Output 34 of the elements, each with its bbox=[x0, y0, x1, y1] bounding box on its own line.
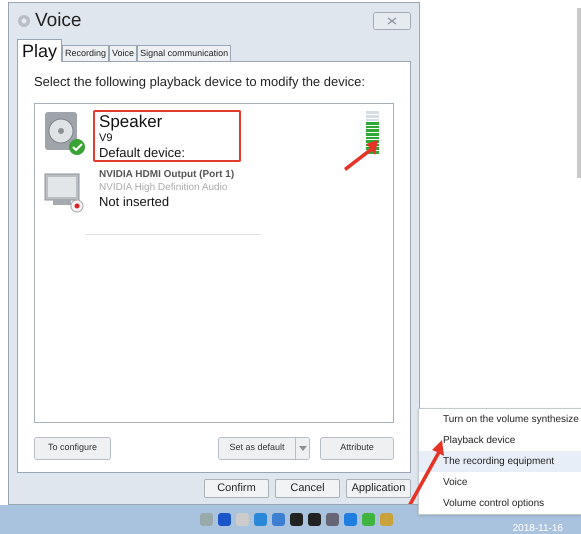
tray-icon[interactable] bbox=[290, 513, 303, 526]
device-detail: NVIDIA High Definition Audio bbox=[99, 180, 228, 194]
device-status: Not inserted bbox=[99, 194, 170, 208]
dialog-button[interactable]: Cancel bbox=[275, 479, 340, 498]
device-item[interactable]: NVIDIA HDMI Output (Port 1) NVIDIA High Definition Audio Not inserted bbox=[43, 168, 379, 214]
close-button[interactable] bbox=[373, 12, 411, 30]
speaker-icon bbox=[17, 14, 31, 28]
dialog-button[interactable]: Confirm bbox=[204, 479, 269, 498]
attribute-button[interactable]: Attribute bbox=[320, 436, 394, 460]
menu-item[interactable]: Turn on the volume synthesize bbox=[419, 409, 581, 430]
device-name: Speaker bbox=[99, 112, 164, 132]
window-title: Voice bbox=[35, 8, 82, 33]
instruction-text: Select the following playback device to modify the device: bbox=[34, 73, 366, 91]
menu-item[interactable]: Voice bbox=[419, 472, 581, 493]
device-name: NVIDIA HDMI Output (Port 1) bbox=[99, 168, 234, 180]
tab[interactable]: Play bbox=[17, 39, 62, 62]
menu-item[interactable]: The recording equipment bbox=[419, 451, 581, 472]
menu-item[interactable]: Playback device bbox=[419, 430, 581, 451]
annotation-arrow bbox=[342, 140, 380, 172]
menu-item[interactable]: Volume control options bbox=[419, 493, 581, 514]
tab[interactable]: Recording bbox=[62, 45, 110, 61]
device-detail: V9 bbox=[99, 132, 114, 144]
device-item[interactable]: Speaker V9 Default device: bbox=[43, 110, 379, 162]
caret-icon bbox=[298, 446, 306, 450]
tab[interactable]: Voice bbox=[109, 45, 138, 61]
device-status: Default device: bbox=[99, 144, 185, 160]
dialog-button[interactable]: Application bbox=[346, 479, 411, 498]
taskbar-date: 2018-11-16 bbox=[512, 522, 563, 534]
tab[interactable]: Signal communication bbox=[137, 45, 232, 61]
close-icon bbox=[387, 17, 397, 25]
configure-button[interactable]: To configure bbox=[34, 436, 111, 460]
set-default-button[interactable]: Set as default bbox=[218, 436, 310, 460]
tray-icon[interactable] bbox=[308, 513, 321, 526]
scrollbar[interactable] bbox=[577, 8, 581, 178]
